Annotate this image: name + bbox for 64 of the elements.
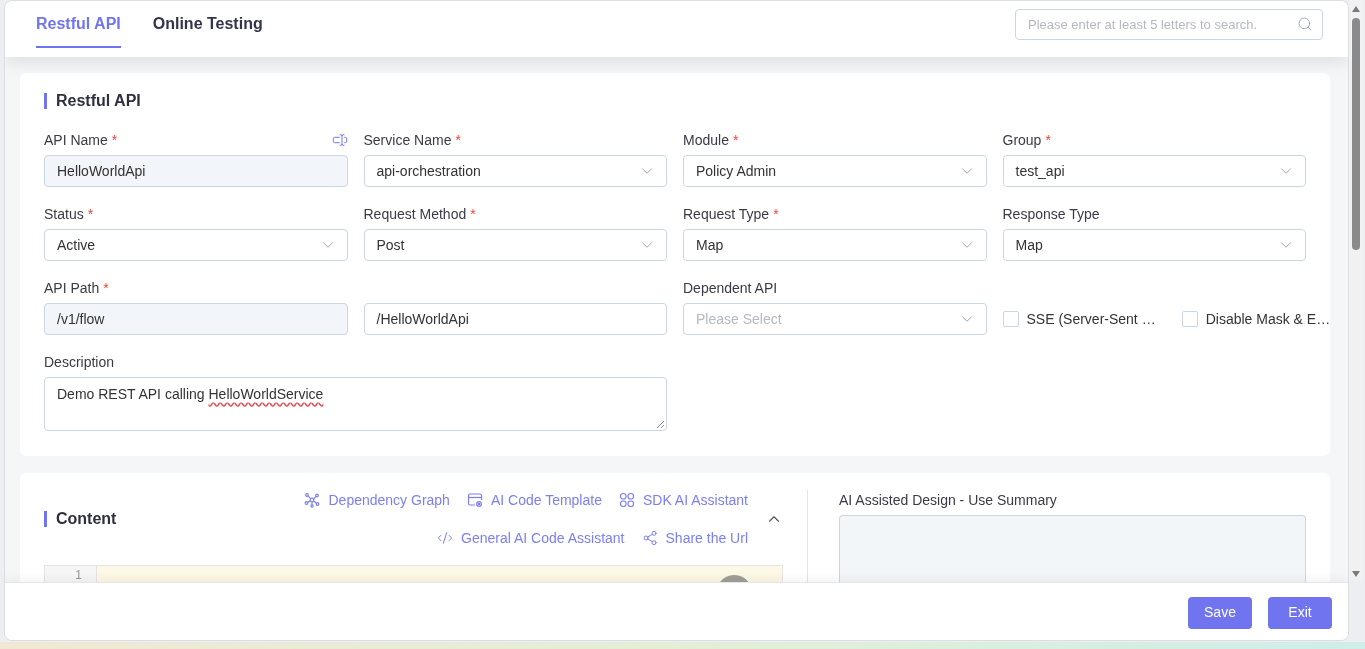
title-bar-icon (44, 93, 47, 109)
toolbar-link[interactable]: General AI Code Assistant (437, 527, 625, 549)
select-field[interactable]: Map (683, 229, 987, 261)
window-gear-icon (466, 492, 483, 508)
code-icon (437, 530, 454, 546)
scrollbar[interactable] (1349, 0, 1363, 581)
text-input-icon[interactable] (331, 132, 348, 148)
required-mark: * (103, 280, 109, 296)
field-label: Service Name (363, 132, 452, 148)
select-field[interactable]: api-orchestration (363, 155, 667, 187)
field-label: Status (44, 206, 84, 222)
description-field[interactable]: Demo REST API calling HelloWorldService (44, 377, 667, 431)
save-button[interactable]: Save (1188, 596, 1252, 629)
field-label: Request Type (683, 206, 770, 222)
resize-handle-icon[interactable] (656, 420, 664, 428)
field-label: API Name (44, 132, 108, 148)
field-label: API Path (44, 280, 100, 296)
round-button[interactable] (719, 575, 748, 582)
summary-field[interactable] (839, 515, 1306, 582)
tab[interactable]: Online Testing (152, 1, 263, 48)
field-label: Module (683, 132, 729, 148)
share-icon (641, 530, 658, 546)
exit-button[interactable]: Exit (1268, 596, 1332, 629)
checkbox[interactable] (1181, 311, 1198, 327)
text-field[interactable]: /v1/flow (44, 303, 348, 335)
tab[interactable]: Restful API (36, 1, 121, 48)
scroll-down-icon[interactable] (1352, 571, 1360, 577)
search-icon[interactable] (1297, 16, 1313, 32)
select-field[interactable]: test_api (1002, 155, 1306, 187)
required-mark: * (455, 132, 461, 148)
scrollbar-thumb[interactable] (1352, 18, 1360, 250)
toolbar-link[interactable]: AI Code Template (466, 489, 602, 511)
field-label: Group (1002, 132, 1042, 148)
toolbar-link[interactable]: SDK AI Assistant (618, 489, 748, 511)
required-mark: * (773, 206, 779, 222)
toolbar-link[interactable]: Share the Url (641, 527, 748, 549)
search-field[interactable]: Please enter at least 5 letters to search. (1015, 9, 1323, 40)
toolbar-link[interactable]: Dependency Graph (304, 489, 450, 511)
checkbox-label: SSE (Server-Sent … (1026, 309, 1156, 329)
required-mark: * (111, 132, 118, 148)
field-label: Dependent API (683, 280, 778, 296)
grid-icon (618, 492, 635, 508)
section-title: Restful API (56, 91, 141, 111)
required-mark: * (87, 206, 94, 222)
line-number: 1 (75, 568, 82, 582)
checkbox-label: Disable Mask & E… (1205, 309, 1331, 329)
network-icon (304, 492, 321, 508)
field-label: Description (44, 354, 115, 370)
required-mark: * (1045, 132, 1051, 148)
scroll-up-icon[interactable] (1352, 6, 1360, 12)
field-label: Response Type (1002, 206, 1100, 222)
text-field[interactable]: /HelloWorldApi (363, 303, 667, 335)
text-field[interactable]: HelloWorldApi (44, 155, 348, 187)
section-title: Content (56, 509, 117, 529)
field-label: Request Method (363, 206, 467, 222)
required-mark: * (470, 206, 476, 222)
field-label: AI Assisted Design - Use Summary (839, 491, 1058, 510)
select-field[interactable]: Policy Admin (683, 155, 987, 187)
select-field[interactable]: Post (363, 229, 667, 261)
select-field[interactable]: Active (44, 229, 348, 261)
select-field[interactable]: Map (1002, 229, 1306, 261)
title-bar-icon (44, 511, 47, 527)
required-mark: * (732, 132, 739, 148)
checkbox[interactable] (1002, 311, 1019, 327)
